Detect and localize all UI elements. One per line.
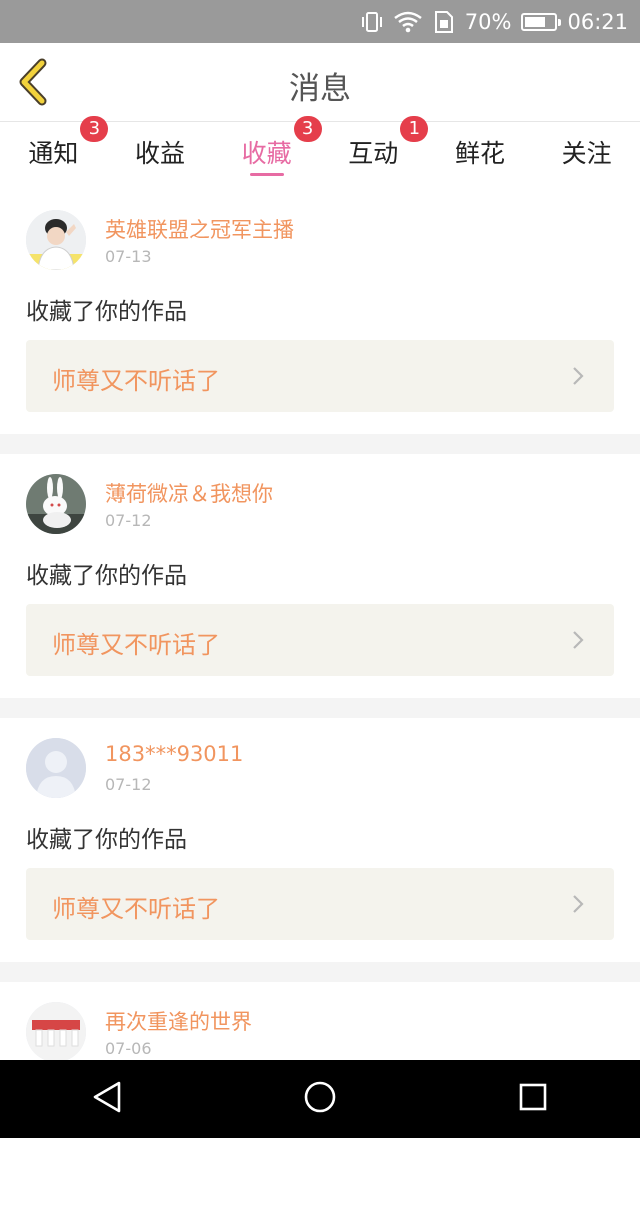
tab-label: 鲜花 [454, 139, 505, 168]
default-avatar-icon[interactable] [26, 738, 86, 798]
divider [0, 962, 640, 982]
nav-back-button[interactable] [77, 1069, 137, 1129]
battery-icon [521, 12, 562, 31]
tab-label: 关注 [561, 139, 612, 168]
work-link[interactable]: 师尊又不听话了 [26, 340, 614, 412]
username[interactable]: 再次重逢的世界 [105, 1006, 252, 1036]
username[interactable]: 薄荷微凉＆我想你 [105, 478, 273, 508]
chevron-right-icon [568, 366, 588, 386]
app-header: 消息 [0, 43, 640, 122]
username[interactable]: 英雄联盟之冠军主播 [105, 214, 294, 244]
username[interactable]: 183***93011 [105, 742, 243, 766]
work-title: 师尊又不听话了 [52, 367, 220, 395]
status-bar: 70% 06:21 [0, 0, 640, 43]
message-date: 07-06 [105, 1039, 152, 1058]
avatar[interactable] [26, 474, 86, 534]
tab-favorites[interactable]: 收藏 3 [214, 116, 322, 180]
home-circle-icon [303, 1080, 337, 1118]
system-nav-bar [0, 1060, 640, 1138]
divider [0, 698, 640, 718]
divider [0, 434, 640, 454]
work-title: 师尊又不听话了 [52, 895, 220, 923]
message-card: 183***93011 07-12 收藏了你的作品 师尊又不听话了 [0, 718, 640, 962]
work-link[interactable]: 师尊又不听话了 [26, 604, 614, 676]
action-text: 收藏了你的作品 [26, 299, 187, 325]
avatar[interactable] [26, 210, 86, 270]
work-link[interactable]: 师尊又不听话了 [26, 868, 614, 940]
tab-label: 通知 [28, 139, 79, 168]
tab-badge: 3 [80, 116, 109, 142]
tab-label: 收益 [134, 139, 185, 168]
chevron-right-icon [568, 630, 588, 650]
tab-flowers[interactable]: 鲜花 [427, 122, 533, 180]
battery-percent: 70% [464, 9, 512, 34]
sim-icon [433, 10, 455, 34]
tab-label: 互动 [348, 139, 399, 168]
wifi-icon [393, 11, 423, 33]
active-tab-indicator [249, 173, 284, 176]
message-date: 07-12 [105, 511, 152, 530]
vibrate-icon [361, 10, 383, 34]
battery-level-fill [525, 16, 546, 27]
tab-badge: 3 [293, 116, 322, 142]
message-date: 07-13 [105, 247, 152, 266]
message-card: 薄荷微凉＆我想你 07-12 收藏了你的作品 师尊又不听话了 [0, 454, 640, 698]
nav-recents-button[interactable] [503, 1069, 563, 1129]
tab-badge: 1 [400, 116, 429, 142]
message-card: 英雄联盟之冠军主播 07-13 收藏了你的作品 师尊又不听话了 [0, 190, 640, 434]
avatar[interactable] [26, 1002, 86, 1062]
page-title: 消息 [289, 71, 351, 107]
recents-square-icon [518, 1082, 548, 1116]
tab-label: 收藏 [241, 139, 292, 168]
tab-earnings[interactable]: 收益 [107, 122, 213, 180]
message-date: 07-12 [105, 775, 152, 794]
back-triangle-icon [91, 1080, 123, 1118]
clock: 06:21 [567, 9, 628, 34]
tab-follows[interactable]: 关注 [534, 122, 640, 180]
tab-bar: 通知 3 收益 收藏 3 互动 1 鲜花 关注 [0, 116, 640, 180]
chevron-right-icon [568, 894, 588, 914]
action-text: 收藏了你的作品 [26, 827, 187, 853]
work-title: 师尊又不听话了 [52, 631, 220, 659]
tab-interactions[interactable]: 互动 1 [320, 116, 429, 180]
tab-notifications[interactable]: 通知 3 [0, 116, 109, 180]
action-text: 收藏了你的作品 [26, 563, 187, 589]
status-icons: 70% 06:21 [361, 0, 628, 43]
nav-home-button[interactable] [290, 1069, 350, 1129]
